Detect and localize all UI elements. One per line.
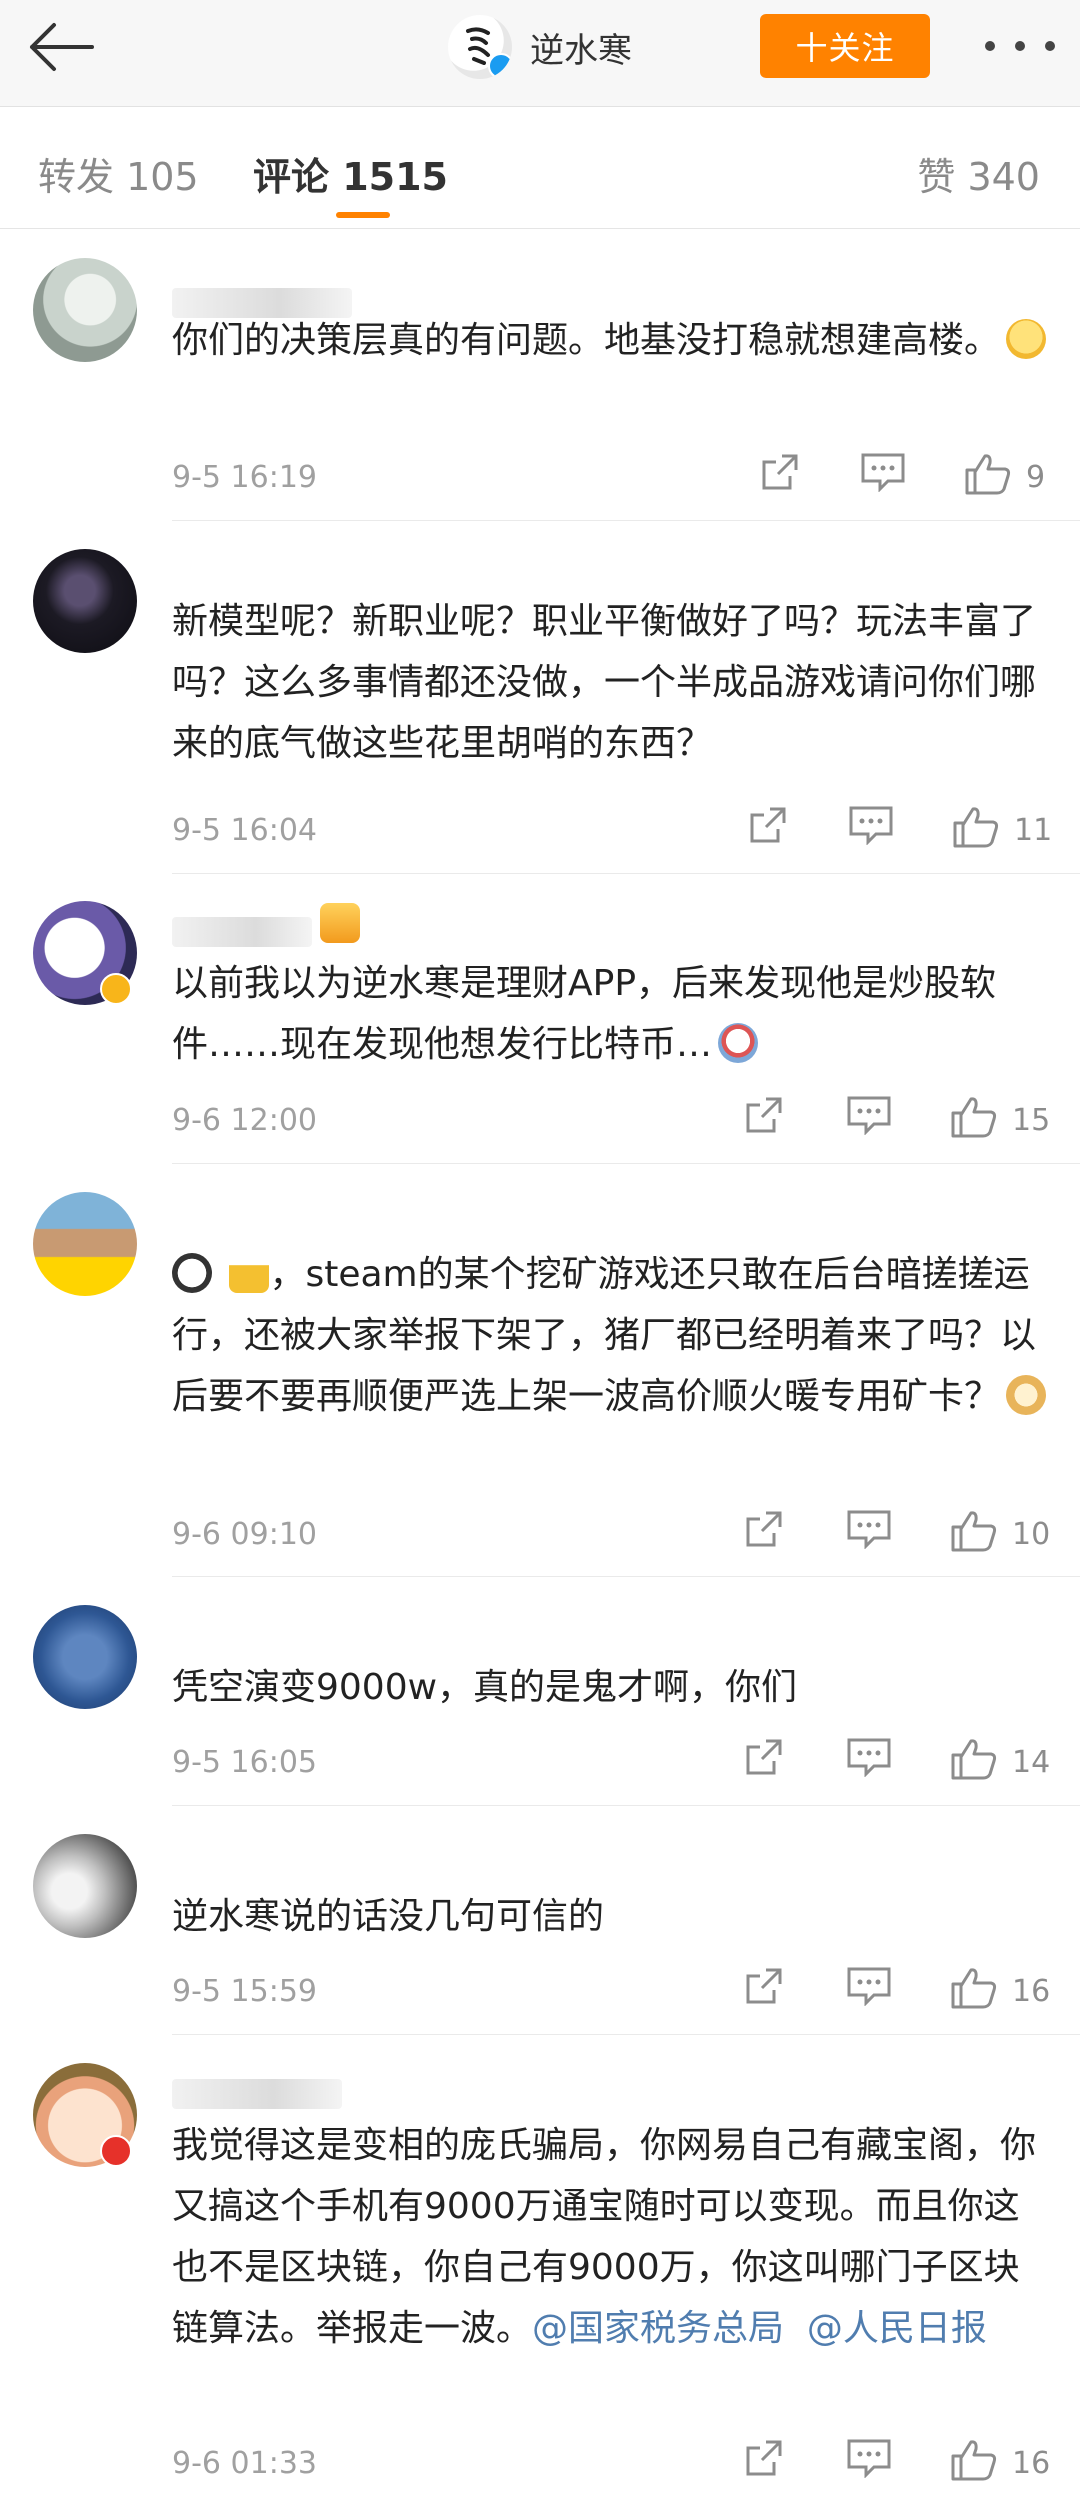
comment-time: 9-6 12:00 <box>172 1103 317 1138</box>
mention-link[interactable]: @国家税务总局 <box>532 2308 784 2349</box>
like-count: 9 <box>1026 460 1046 495</box>
share-icon[interactable] <box>748 805 788 845</box>
like-count: 11 <box>1014 813 1053 848</box>
verified-badge-icon <box>488 53 512 79</box>
comment-meta: 9-6 12:00 15 <box>0 1095 1080 1145</box>
doge-emoji-icon <box>1006 1375 1047 1415</box>
back-arrow-icon[interactable] <box>26 20 96 74</box>
mention-link[interactable]: @人民日报 <box>807 2308 987 2349</box>
like-icon[interactable] <box>964 452 1012 496</box>
like-icon[interactable] <box>950 2438 998 2482</box>
like-icon[interactable] <box>952 805 1000 849</box>
smile-emoji-icon <box>1006 319 1047 359</box>
verified-badge-icon <box>100 973 132 1005</box>
active-tab-indicator <box>336 212 390 218</box>
tab-repost[interactable]: 转发 105 <box>38 146 199 201</box>
share-icon[interactable] <box>744 2438 784 2478</box>
like-count: 16 <box>1012 1974 1051 2009</box>
comment-icon[interactable] <box>846 1509 892 1549</box>
like-count: 15 <box>1012 1103 1051 1138</box>
comment-time: 9-6 01:33 <box>172 2446 317 2481</box>
comment-time: 9-5 16:05 <box>172 1745 317 1780</box>
avatar[interactable] <box>33 549 137 653</box>
more-menu-icon[interactable] <box>985 36 1055 56</box>
divider <box>172 1163 1080 1164</box>
like-count: 14 <box>1012 1745 1051 1780</box>
comment-text: 凭空演变9000w，真的是鬼才啊，你们 <box>172 1667 798 1708</box>
comment-time: 9-5 15:59 <box>172 1974 317 2009</box>
like-icon[interactable] <box>950 1966 998 2010</box>
like-icon[interactable] <box>950 1509 998 1553</box>
divider <box>172 2034 1080 2035</box>
crazy-face-emoji-icon <box>718 1023 759 1063</box>
divider <box>172 1805 1080 1806</box>
comment-icon[interactable] <box>846 1966 892 2006</box>
comment-time: 9-5 16:04 <box>172 813 317 848</box>
like-count: 10 <box>1012 1517 1051 1552</box>
avatar[interactable] <box>33 1192 137 1296</box>
comment-text: ，steam的某个挖矿游戏还只敢在后台暗搓搓运行，还被大家举报下架了，猪厂都已经… <box>172 1244 1052 1427</box>
like-icon[interactable] <box>950 1737 998 1781</box>
divider <box>172 520 1080 521</box>
like-icon[interactable] <box>950 1095 998 1139</box>
beer-emoji-icon <box>229 1253 270 1293</box>
avatar[interactable] <box>33 1834 137 1938</box>
comment-meta: 9-5 16:04 11 <box>0 805 1080 855</box>
comment-meta: 9-6 09:10 10 <box>0 1509 1080 1559</box>
comment-time: 9-6 09:10 <box>172 1517 317 1552</box>
top-bar: 逆水寒 十关注 <box>0 0 1080 107</box>
follow-button[interactable]: 十关注 <box>760 14 930 78</box>
comment-icon[interactable] <box>846 1095 892 1135</box>
comment-meta: 9-5 16:19 9 <box>0 452 1080 502</box>
share-icon[interactable] <box>744 1966 784 2006</box>
tab-bar: 转发 105 评论 1515 赞 340 <box>0 106 1080 229</box>
vip-crown-icon <box>320 903 360 943</box>
comment-time: 9-5 16:19 <box>172 460 317 495</box>
username-blurred[interactable] <box>172 917 312 947</box>
divider <box>172 1576 1080 1577</box>
avatar[interactable] <box>33 258 137 362</box>
comment-meta: 9-6 01:33 16 <box>0 2438 1080 2488</box>
divider <box>172 873 1080 874</box>
share-icon[interactable] <box>760 452 800 492</box>
verified-badge-icon <box>100 2135 132 2167</box>
username-blurred[interactable] <box>172 2079 342 2109</box>
share-icon[interactable] <box>744 1737 784 1777</box>
comment-text: 你们的决策层真的有问题。地基没打稳就想建高楼。 <box>172 310 1052 371</box>
comment-meta: 9-5 16:05 14 <box>0 1737 1080 1787</box>
comment-icon[interactable] <box>848 805 894 845</box>
account-header[interactable]: 逆水寒 <box>448 12 632 82</box>
comment-text: 逆水寒说的话没几句可信的 <box>172 1896 605 1937</box>
like-count: 16 <box>1012 2446 1051 2481</box>
share-icon[interactable] <box>744 1095 784 1135</box>
account-avatar[interactable] <box>448 15 512 79</box>
tab-like[interactable]: 赞 340 <box>917 146 1040 201</box>
comment-text: 我觉得这是变相的庞氏骗局，你网易自己有藏宝阁，你又搞这个手机有9000万通宝随时… <box>172 2125 1037 2349</box>
comment-icon[interactable] <box>860 452 906 492</box>
comment-text: 以前我以为逆水寒是理财APP，后来发现他是炒股软件……现在发现他想发行比特币… <box>172 963 997 1065</box>
share-icon[interactable] <box>744 1509 784 1549</box>
page-title: 逆水寒 <box>530 30 632 71</box>
tab-comment[interactable]: 评论 1515 <box>253 146 448 201</box>
comment-text: 新模型呢？新职业呢？职业平衡做好了吗？玩法丰富了吗？这么多事情都还没做，一个半成… <box>172 601 1037 764</box>
cow-emoji-icon <box>172 1253 212 1293</box>
comment-meta: 9-5 15:59 16 <box>0 1966 1080 2016</box>
comment-icon[interactable] <box>846 2438 892 2478</box>
comment-icon[interactable] <box>846 1737 892 1777</box>
avatar[interactable] <box>33 1605 137 1709</box>
